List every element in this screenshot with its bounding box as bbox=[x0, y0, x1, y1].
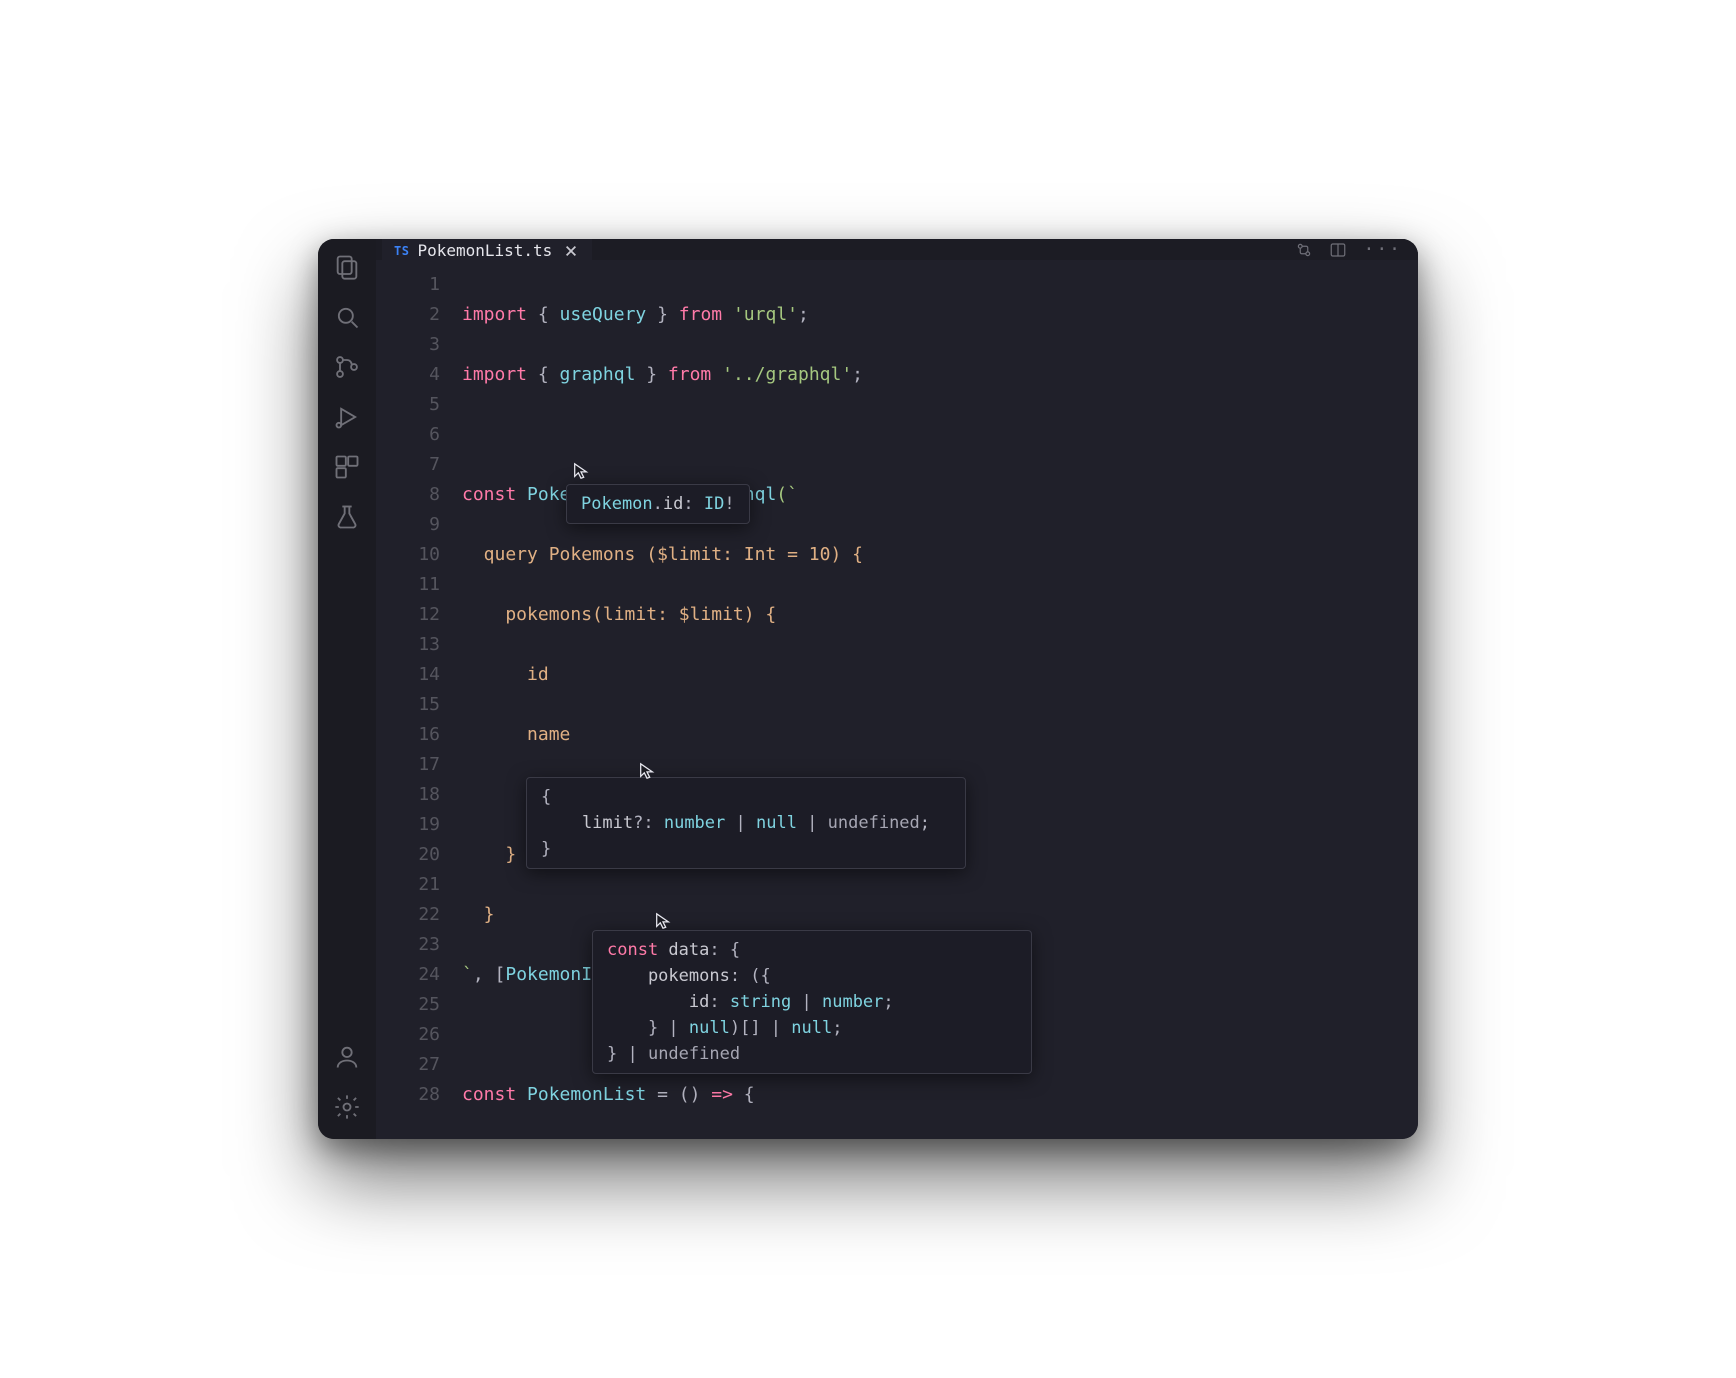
hover-tooltip-variables-type: { limit?: number | null | undefined; } bbox=[526, 777, 966, 869]
testing-icon[interactable] bbox=[333, 503, 361, 535]
tab-bar: TS PokemonList.ts ··· bbox=[376, 239, 1418, 260]
compare-changes-icon[interactable] bbox=[1295, 241, 1313, 259]
tab-pokemonlist[interactable]: TS PokemonList.ts bbox=[382, 239, 592, 260]
explorer-icon[interactable] bbox=[333, 253, 361, 285]
editor-window: TS PokemonList.ts ··· 12 34 56 78 910 11… bbox=[318, 239, 1418, 1139]
more-actions-icon[interactable]: ··· bbox=[1363, 239, 1402, 260]
activity-bar bbox=[318, 239, 376, 1139]
line-gutter: 12 34 56 78 910 1112 1314 1516 1718 1920… bbox=[376, 270, 462, 1139]
source-control-icon[interactable] bbox=[333, 353, 361, 385]
cursor-icon bbox=[638, 760, 656, 778]
accounts-icon[interactable] bbox=[333, 1043, 361, 1075]
tab-filename: PokemonList.ts bbox=[417, 241, 552, 260]
code-editor[interactable]: 12 34 56 78 910 1112 1314 1516 1718 1920… bbox=[376, 260, 1418, 1139]
settings-gear-icon[interactable] bbox=[333, 1093, 361, 1125]
tab-actions: ··· bbox=[1295, 239, 1418, 260]
hover-tooltip-data-type: const data: { pokemons: ({ id: string | … bbox=[592, 930, 1032, 1074]
split-editor-icon[interactable] bbox=[1329, 241, 1347, 259]
close-icon[interactable] bbox=[564, 244, 578, 258]
editor-main: TS PokemonList.ts ··· 12 34 56 78 910 11… bbox=[376, 239, 1418, 1139]
code-content[interactable]: import { useQuery } from 'urql'; import … bbox=[462, 270, 1418, 1139]
tab-language-badge: TS bbox=[394, 244, 409, 258]
run-debug-icon[interactable] bbox=[333, 403, 361, 435]
search-icon[interactable] bbox=[333, 303, 361, 335]
extensions-icon[interactable] bbox=[333, 453, 361, 485]
cursor-icon bbox=[572, 460, 590, 478]
hover-tooltip-id-type: Pokemon.id: ID! bbox=[566, 484, 750, 524]
